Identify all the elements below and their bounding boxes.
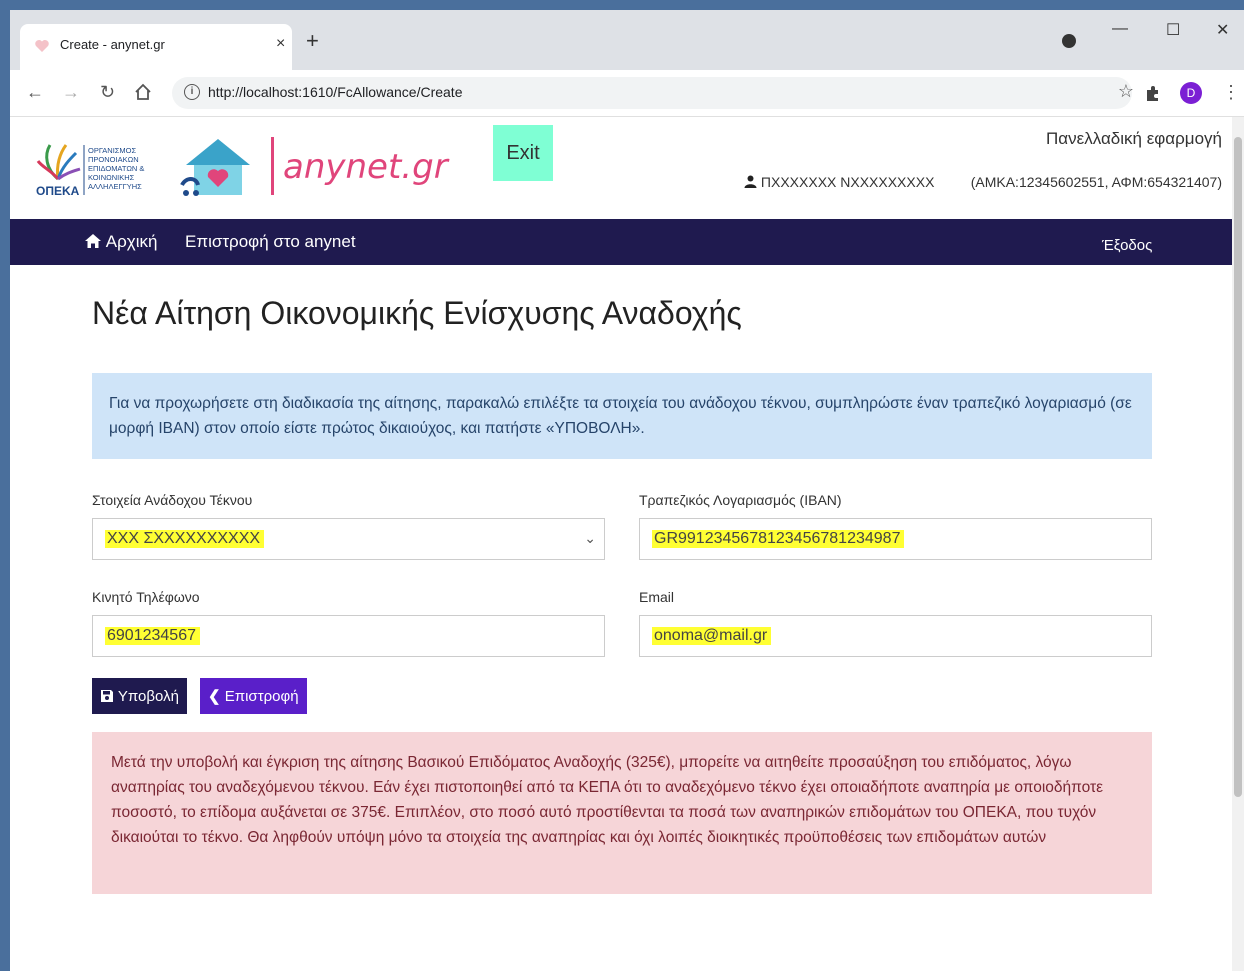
minimize-icon[interactable]: — [1112,20,1128,38]
svg-text:ΑΛΛΗΛΕΓΓΥΗΣ: ΑΛΛΗΛΕΓΓΥΗΣ [88,182,142,191]
email-input-value: onoma@mail.gr [652,627,772,645]
page-title: Νέα Αίτηση Οικονομικής Ενίσχυσης Αναδοχή… [92,295,742,331]
new-tab-icon[interactable]: + [306,30,319,52]
svg-text:ΚΟΙΝΩΝΙΚΗΣ: ΚΟΙΝΩΝΙΚΗΣ [88,173,135,182]
media-icon[interactable] [1062,34,1076,48]
main-nav: Αρχική Επιστροφή στο anynet Έξοδος [10,219,1232,265]
svg-text:ΕΠΙΔΟΜΑΤΩΝ &: ΕΠΙΔΟΜΑΤΩΝ & [88,164,144,173]
nav-back-anynet-link[interactable]: Επιστροφή στο anynet [185,232,356,252]
tab-title: Create - anynet.gr [60,37,165,52]
url-text[interactable]: http://localhost:1610/FcAllowance/Create [208,84,462,100]
back-label: Επιστροφή [224,688,299,705]
window-close-icon[interactable]: ✕ [1216,20,1229,40]
site-header: ΟΠΕΚΑ ΟΡΓΑΝΙΣΜΟΣ ΠΡΟΝΟΙΑΚΩΝ ΕΠΙΔΟΜΑΤΩΝ &… [10,117,1232,219]
exit-button[interactable]: Exit [493,125,553,181]
save-floppy-icon [101,689,113,702]
user-name: ΠΧΧΧΧΧΧΧ ΝΧΧΧΧΧΧΧΧΧ [744,174,934,190]
home-icon [85,234,101,248]
maximize-icon[interactable]: ☐ [1166,20,1180,40]
reload-icon[interactable]: ↻ [100,82,115,102]
tab-close-icon[interactable]: × [276,35,285,53]
email-input[interactable]: onoma@mail.gr [639,615,1152,657]
house-logo-icon [180,139,250,196]
browser-window: Create - anynet.gr × + — ☐ ✕ ← → ↻ i htt… [10,10,1244,971]
user-ids: (ΑΜΚΑ:12345602551, ΑΦΜ:654321407) [970,174,1222,190]
phone-input[interactable]: 6901234567 [92,615,605,657]
info-alert: Για να προχωρήσετε στη διαδικασία της αί… [92,373,1152,459]
info-icon[interactable]: i [184,84,200,100]
browser-tab[interactable]: Create - anynet.gr × [20,24,292,70]
menu-kebab-icon[interactable]: ⋮ [1222,82,1240,102]
home-icon[interactable] [134,83,152,101]
page: ΟΠΕΚΑ ΟΡΓΑΝΙΣΜΟΣ ΠΡΟΝΟΙΑΚΩΝ ΕΠΙΔΟΜΑΤΩΝ &… [10,117,1232,971]
child-select[interactable]: ΧΧΧ ΣΧΧΧΧΧΧΧΧΧΧ ⌄ [92,518,605,560]
app-name: Πανελλαδική εφαρμογή [1046,129,1222,148]
profile-avatar[interactable]: D [1180,82,1202,104]
phone-label: Κινητό Τηλέφωνο [92,589,200,605]
page-scrollbar[interactable] [1232,117,1244,971]
disability-notice-alert: Μετά την υποβολή και έγκριση της αίτησης… [92,732,1152,894]
user-name-text: ΠΧΧΧΧΧΧΧ ΝΧΧΧΧΧΧΧΧΧ [760,174,935,190]
submit-label: Υποβολή [117,687,179,705]
child-label: Στοιχεία Ανάδοχου Τέκνου [92,492,253,508]
nav-logout-link[interactable]: Έξοδος [1102,237,1152,254]
nav-home-link[interactable]: Αρχική [84,232,157,252]
back-button[interactable]: ❮ Επιστροφή [200,678,307,714]
back-arrow-icon[interactable]: ← [26,82,44,102]
iban-label: Τραπεζικός Λογαριασμός (IBAN) [639,492,842,508]
phone-input-value: 6901234567 [105,627,200,645]
forward-arrow-icon[interactable]: → [62,82,80,102]
nav-home-label: Αρχική [105,232,158,251]
opeka-logo: ΟΠΕΚΑ ΟΡΓΑΝΙΣΜΟΣ ΠΡΟΝΟΙΑΚΩΝ ΕΠΙΔΟΜΑΤΩΝ &… [36,144,144,197]
address-bar[interactable]: i http://localhost:1610/FcAllowance/Crea… [172,77,1134,109]
extensions-puzzle-icon[interactable] [1144,84,1162,102]
bookmark-star-icon[interactable]: ☆ [1118,81,1134,102]
scrollbar-thumb[interactable] [1234,137,1242,797]
svg-text:ΠΡΟΝΟΙΑΚΩΝ: ΠΡΟΝΟΙΑΚΩΝ [88,155,139,164]
child-select-value: ΧΧΧ ΣΧΧΧΧΧΧΧΧΧΧ [105,530,265,548]
heart-favicon-icon [35,40,49,52]
user-icon [744,175,757,188]
chevron-left-icon: ❮ [208,688,221,705]
logo-separator [271,137,274,195]
iban-input[interactable]: GR9912345678123456781234987 [639,518,1152,560]
iban-input-value: GR9912345678123456781234987 [652,530,905,548]
opeka-abbr: ΟΠΕΚΑ [36,184,80,197]
email-label: Email [639,589,675,605]
browser-toolbar: ← → ↻ i http://localhost:1610/FcAllowanc… [10,70,1244,117]
tab-strip: Create - anynet.gr × + — ☐ ✕ [10,10,1244,70]
submit-button[interactable]: Υποβολή [92,678,187,714]
svg-text:ΟΡΓΑΝΙΣΜΟΣ: ΟΡΓΑΝΙΣΜΟΣ [88,146,136,155]
brand-text: anynet.gr [283,147,448,187]
chevron-down-icon: ⌄ [584,530,596,546]
